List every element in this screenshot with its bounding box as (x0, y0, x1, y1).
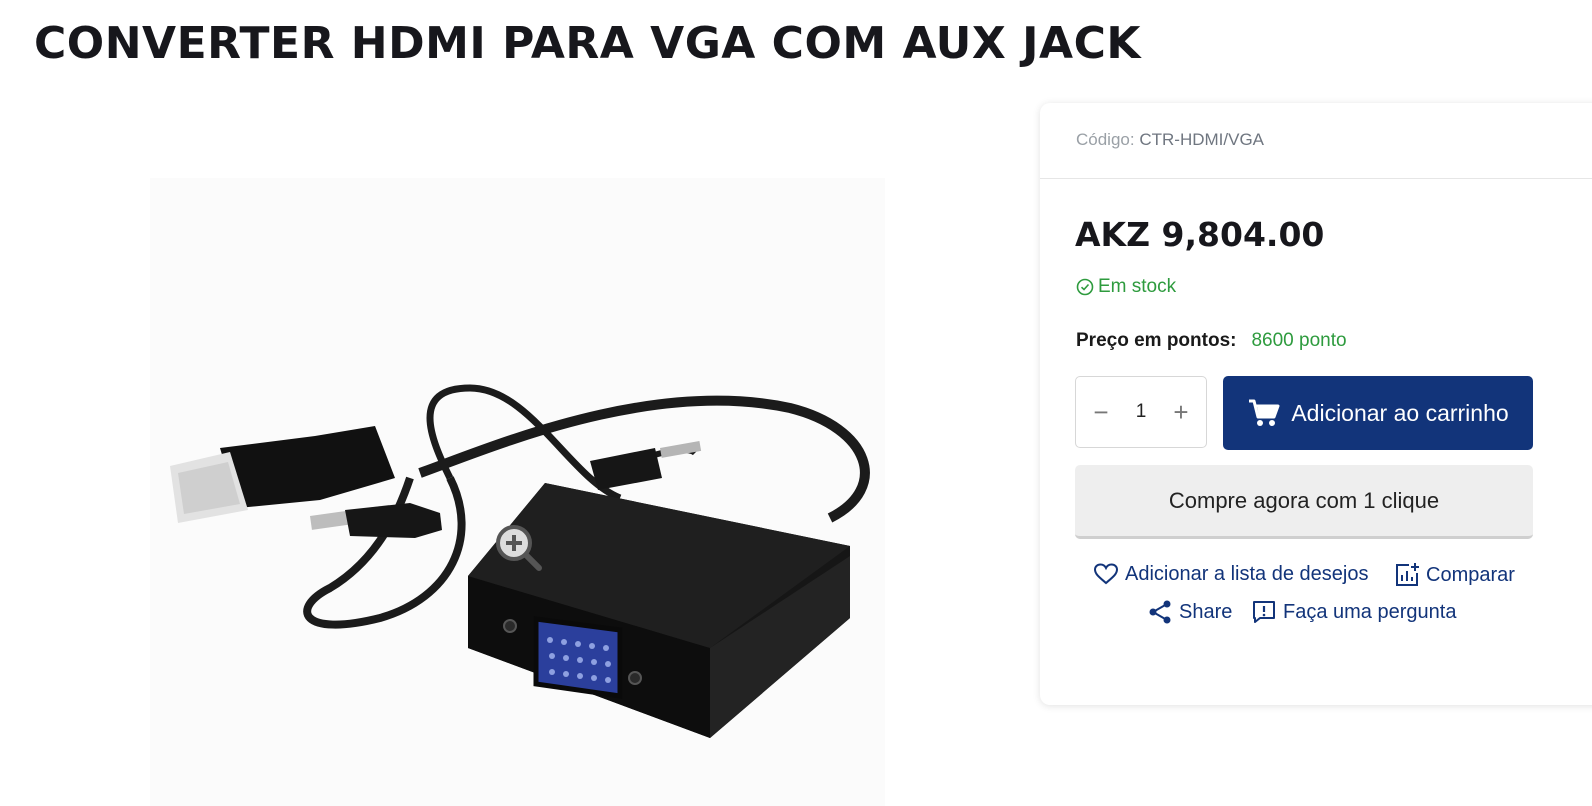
decrease-quantity-button[interactable]: − (1090, 397, 1112, 428)
sku-label: Código: (1076, 130, 1135, 149)
points-label: Preço em pontos: (1076, 330, 1237, 351)
question-message-icon (1253, 601, 1275, 623)
product-title: CONVERTER HDMI PARA VGA COM AUX JACK (34, 18, 1141, 69)
quantity-stepper: − 1 + (1075, 376, 1207, 448)
product-image[interactable] (150, 178, 885, 806)
buy-now-label: Compre agora com 1 clique (1168, 487, 1440, 513)
add-to-cart-button[interactable]: Adicionar ao carrinho (1223, 376, 1533, 450)
stock-text: Em stock (1098, 276, 1177, 297)
cart-icon (1249, 399, 1280, 426)
price: AKZ 9,804.00 (1075, 215, 1325, 254)
quantity-value[interactable]: 1 (1136, 401, 1147, 423)
wishlist-link[interactable]: Adicionar a lista de desejos (1093, 562, 1368, 586)
points-value: 8600 ponto (1251, 330, 1347, 351)
stock-status: Em stock (1076, 276, 1176, 298)
compare-chart-icon (1396, 563, 1419, 586)
sku-value: CTR-HDMI/VGA (1139, 130, 1265, 149)
heart-icon (1093, 563, 1119, 585)
compare-label: Comparar (1426, 563, 1515, 586)
buy-box: Código: CTR-HDMI/VGA AKZ 9,804.00 Em sto… (1040, 103, 1592, 705)
ask-question-link[interactable]: Faça uma pergunta (1251, 599, 1456, 625)
share-icon (1149, 600, 1171, 624)
zoom-icon[interactable] (493, 522, 543, 572)
divider (1040, 178, 1592, 179)
sku-row: Código: CTR-HDMI/VGA (1076, 130, 1264, 150)
add-to-cart-label: Adicionar ao carrinho (1291, 399, 1509, 426)
increase-quantity-button[interactable]: + (1170, 397, 1192, 428)
ask-question-label: Faça uma pergunta (1283, 600, 1457, 623)
buy-now-button[interactable]: Compre agora com 1 clique (1075, 465, 1533, 539)
share-label: Share (1179, 600, 1233, 623)
product-photo (170, 384, 870, 738)
share-link[interactable]: Share (1147, 599, 1232, 625)
points-price: Preço em pontos: 8600 ponto (1076, 330, 1347, 352)
compare-link[interactable]: Comparar (1394, 562, 1515, 588)
check-circle-icon (1076, 278, 1094, 296)
wishlist-label: Adicionar a lista de desejos (1125, 562, 1369, 585)
